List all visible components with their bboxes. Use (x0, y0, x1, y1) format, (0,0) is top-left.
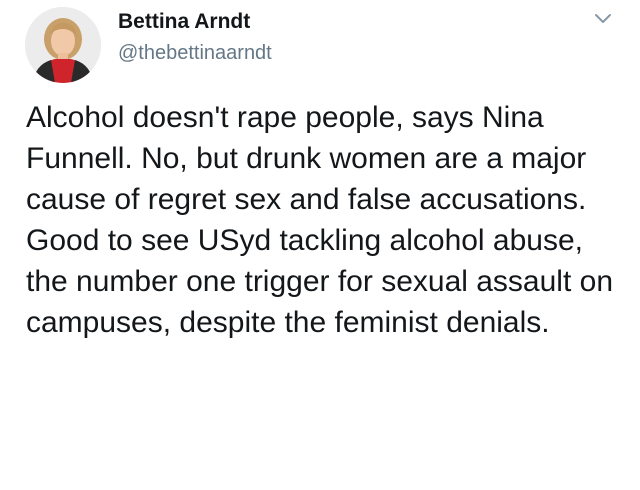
author-handle[interactable]: @thebettinaarndt (118, 41, 272, 65)
profile-photo-icon (25, 7, 101, 83)
tweet-text: Alcohol doesn't rape people, says Nina F… (26, 101, 614, 339)
author-name[interactable]: Bettina Arndt (118, 10, 250, 34)
tweet-menu-button[interactable] (592, 10, 614, 28)
chevron-down-icon (595, 14, 611, 23)
avatar[interactable] (25, 7, 101, 83)
tweet-card: Bettina Arndt @thebettinaarndt Alcohol d… (0, 0, 640, 490)
